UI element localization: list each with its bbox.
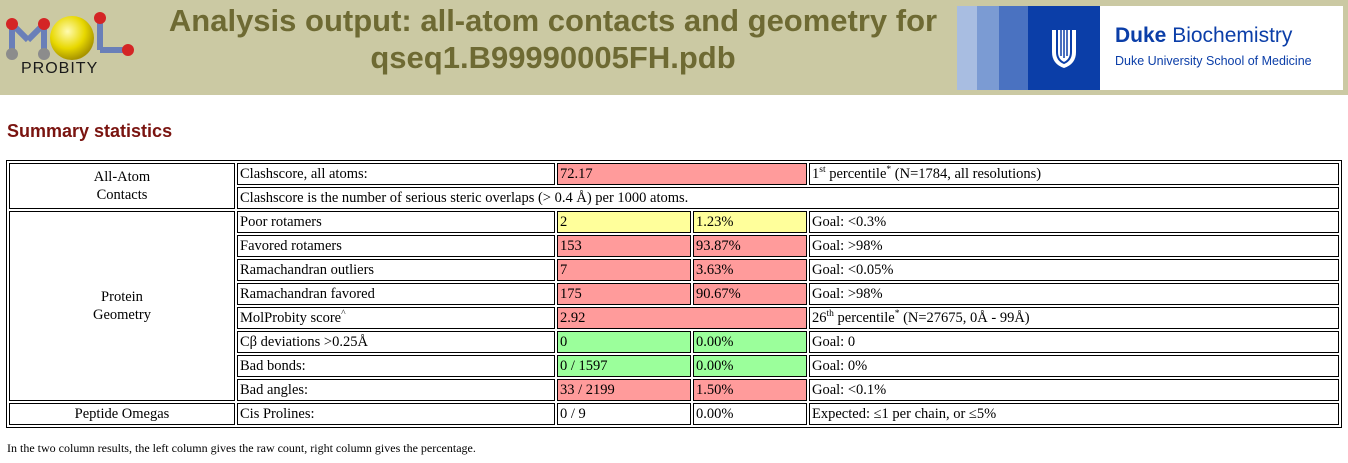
favored-rotamers-pct: 93.87%	[693, 235, 807, 257]
bad-bonds-pct: 0.00%	[693, 355, 807, 377]
rama-outliers-pct: 3.63%	[693, 259, 807, 281]
molprobity-score-text: MolProbity score	[240, 310, 342, 326]
clashscore-value: 72.17	[557, 163, 807, 185]
table-row: Protein Geometry Poor rotamers 2 1.23% G…	[9, 211, 1339, 401]
bad-angles-label: Bad angles:	[237, 379, 555, 401]
duke-shield-block	[1028, 6, 1100, 90]
row-header-peptide-omegas: Peptide Omegas	[9, 403, 235, 425]
duke-shield-icon	[1052, 30, 1076, 68]
rama-favored-pct: 90.67%	[693, 283, 807, 305]
table-row: All-Atom Contacts Clashscore, all atoms:…	[9, 163, 1339, 209]
percentile-detail: (N=1784, all resolutions)	[891, 166, 1042, 182]
duke-subtitle: Duke University School of Medicine	[1115, 54, 1312, 68]
row-header-line: All-Atom	[93, 169, 151, 185]
favored-rotamers-label: Favored rotamers	[237, 235, 555, 257]
page-title-line1: Analysis output: all-atom contacts and g…	[168, 3, 938, 38]
rama-outliers-count: 7	[557, 259, 691, 281]
poor-rotamers-goal: Goal: <0.3%	[809, 211, 1339, 233]
footnote-columns: In the two column results, the left colu…	[7, 441, 476, 455]
molprobity-score-value: 2.92	[557, 307, 807, 329]
row-header-protein-geometry: Protein Geometry	[9, 211, 235, 401]
clashscore-label: Clashscore, all atoms:	[237, 163, 555, 185]
cb-deviations-pct: 0.00%	[693, 331, 807, 353]
duke-stripe	[999, 6, 1028, 90]
molprobity-score-percentile: 26th percentile* (N=27675, 0Å - 99Å)	[809, 307, 1339, 329]
molprobity-logo-text: PROBITY	[21, 60, 99, 77]
poor-rotamers-label: Poor rotamers	[237, 211, 555, 233]
cis-prolines-label: Cis Prolines:	[237, 403, 555, 425]
rama-favored-count: 175	[557, 283, 691, 305]
row-header-line: Geometry	[93, 307, 151, 323]
percentile-detail: (N=27675, 0Å - 99Å)	[899, 310, 1030, 326]
rama-favored-goal: Goal: >98%	[809, 283, 1339, 305]
footnote-caret: ^	[341, 309, 346, 320]
bad-angles-goal: Goal: <0.1%	[809, 379, 1339, 401]
page-title: Analysis output: all-atom contacts and g…	[150, 2, 956, 76]
favored-rotamers-count: 153	[557, 235, 691, 257]
bad-bonds-label: Bad bonds:	[237, 355, 555, 377]
duke-brand-name: Duke Biochemistry	[1115, 24, 1292, 48]
duke-brand-bold: Duke	[1115, 24, 1167, 47]
duke-brand-rest: Biochemistry	[1166, 24, 1293, 47]
favored-rotamers-goal: Goal: >98%	[809, 235, 1339, 257]
summary-table: All-Atom Contacts Clashscore, all atoms:…	[6, 160, 1342, 428]
rama-outliers-label: Ramachandran outliers	[237, 259, 555, 281]
row-header-line: Contacts	[96, 187, 148, 203]
clashscore-note: Clashscore is the number of serious ster…	[237, 187, 1339, 209]
bad-bonds-goal: Goal: 0%	[809, 355, 1339, 377]
bad-bonds-count: 0 / 1597	[557, 355, 691, 377]
percentile-suffix: th	[826, 309, 834, 320]
cis-prolines-goal: Expected: ≤1 per chain, or ≤5%	[809, 403, 1339, 425]
row-header-all-atom: All-Atom Contacts	[9, 163, 235, 209]
table-row: Peptide Omegas Cis Prolines: 0 / 9 0.00%…	[9, 403, 1339, 425]
duke-biochemistry-logo[interactable]: Duke Biochemistry Duke University School…	[957, 6, 1343, 90]
row-header-line: Protein	[101, 289, 143, 305]
molprobity-score-label: MolProbity score^	[237, 307, 555, 329]
rama-favored-label: Ramachandran favored	[237, 283, 555, 305]
poor-rotamers-count: 2	[557, 211, 691, 233]
clashscore-percentile: 1st percentile* (N=1784, all resolutions…	[809, 163, 1339, 185]
rama-outliers-goal: Goal: <0.05%	[809, 259, 1339, 281]
percentile-number: 26	[812, 310, 827, 326]
cb-deviations-goal: Goal: 0	[809, 331, 1339, 353]
bad-angles-pct: 1.50%	[693, 379, 807, 401]
section-title: Summary statistics	[7, 121, 173, 141]
poor-rotamers-pct: 1.23%	[693, 211, 807, 233]
bad-angles-count: 33 / 2199	[557, 379, 691, 401]
cis-prolines-pct: 0.00%	[693, 403, 807, 425]
duke-stripe	[957, 6, 977, 90]
page-title-line2: qseq1.B99990005FH.pdb	[370, 40, 736, 75]
cb-deviations-label: Cβ deviations >0.25Å	[237, 331, 555, 353]
cis-prolines-count: 0 / 9	[557, 403, 691, 425]
percentile-word: percentile	[825, 166, 887, 182]
percentile-word: percentile	[833, 310, 895, 326]
cb-deviations-count: 0	[557, 331, 691, 353]
page-header: PROBITY Analysis output: all-atom contac…	[0, 0, 1348, 95]
duke-stripe	[977, 6, 999, 90]
